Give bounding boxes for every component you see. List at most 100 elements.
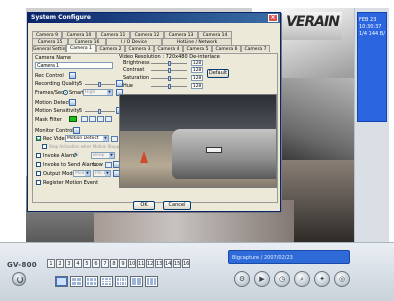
camera-number-button[interactable]: 1 bbox=[47, 259, 55, 268]
camera-number-button[interactable]: 10 bbox=[128, 259, 136, 268]
function-buttons: ⚙ ▶ ◷ ⌕ ✦ ◎ bbox=[234, 271, 350, 287]
camera-number-button[interactable]: 8 bbox=[110, 259, 118, 268]
camera-number-button[interactable]: 7 bbox=[101, 259, 109, 268]
camera-number-button[interactable]: 13 bbox=[155, 259, 163, 268]
recording-quality-slider[interactable] bbox=[85, 82, 115, 87]
output-module-select[interactable]: Mod 1 ▼ bbox=[73, 170, 91, 177]
mask-tool-button[interactable] bbox=[89, 116, 96, 122]
camera-view-2[interactable] bbox=[282, 78, 354, 160]
tab-camera-4[interactable]: Camera 4 bbox=[154, 45, 183, 52]
rec-video-select[interactable]: Motion Detect ▼ bbox=[65, 135, 109, 142]
tab-camera-7[interactable]: Camera 7 bbox=[241, 45, 270, 52]
tab-row-3: General Setting Camera 1 Camera 2 Camera… bbox=[32, 44, 270, 52]
tab-camera-9[interactable]: Camera 9 bbox=[32, 31, 62, 38]
camera-number-button[interactable]: 15 bbox=[173, 259, 181, 268]
camera-number-button[interactable]: 5 bbox=[83, 259, 91, 268]
invoke-send-option-button[interactable] bbox=[105, 162, 112, 168]
tab-camera-5[interactable]: Camera 5 bbox=[183, 45, 212, 52]
play-icon: ▶ bbox=[259, 275, 265, 283]
tab-camera-6[interactable]: Camera 6 bbox=[212, 45, 241, 52]
mask-tool-button[interactable] bbox=[81, 116, 88, 122]
layout-custom-button[interactable] bbox=[130, 276, 143, 287]
tab-row-1: Camera 9 Camera 10 Camera 11 Camera 12 C… bbox=[32, 31, 232, 38]
camera-number-button[interactable]: 9 bbox=[119, 259, 127, 268]
tab-general-setting[interactable]: General Setting bbox=[32, 45, 66, 52]
camera-number-button[interactable]: 16 bbox=[182, 259, 190, 268]
layout-6-button[interactable] bbox=[85, 276, 98, 287]
network-button[interactable]: ◎ bbox=[334, 271, 350, 287]
default-button[interactable]: Default bbox=[207, 69, 229, 78]
output-module-checkbox[interactable] bbox=[36, 171, 41, 176]
mask-tool-button[interactable] bbox=[97, 116, 104, 122]
camera-number-button[interactable]: 11 bbox=[137, 259, 145, 268]
side-panel: FEB 23 10:30:37 1/4 144 B/S bbox=[354, 8, 389, 242]
layout-16-button[interactable] bbox=[115, 276, 128, 287]
tab-camera-10[interactable]: Camera 10 bbox=[62, 31, 96, 38]
camera-number-button[interactable]: 3 bbox=[65, 259, 73, 268]
tab-camera-14[interactable]: Camera 14 bbox=[198, 31, 232, 38]
tab-io-device[interactable]: I / O Device bbox=[106, 38, 162, 45]
mask-tool-button[interactable] bbox=[105, 116, 112, 122]
clock-line: 10:30:37 bbox=[359, 24, 382, 30]
mask-filter-label: Mask Filter bbox=[35, 117, 62, 123]
invoke-send-label: Invoke to Send Alarm bbox=[43, 162, 97, 168]
search-button[interactable]: ⌕ bbox=[294, 271, 310, 287]
invoke-send-checkbox[interactable] bbox=[36, 162, 41, 167]
contrast-slider[interactable] bbox=[151, 68, 187, 73]
monitor-control-button[interactable] bbox=[73, 127, 80, 134]
camera-name-input[interactable] bbox=[35, 62, 113, 69]
close-button[interactable]: × bbox=[268, 14, 278, 22]
contrast-value: 128 bbox=[191, 67, 203, 73]
recording-quality-button[interactable] bbox=[116, 80, 123, 87]
layout-1-button[interactable] bbox=[55, 276, 68, 287]
tab-hotline-network[interactable]: HotLine / Network bbox=[162, 38, 232, 45]
camera-number-button[interactable]: 12 bbox=[146, 259, 154, 268]
hue-slider[interactable] bbox=[151, 84, 187, 89]
camera-number-button[interactable]: 14 bbox=[164, 259, 172, 268]
power-button[interactable] bbox=[12, 272, 26, 286]
camera-number-button[interactable]: 6 bbox=[92, 259, 100, 268]
smart-radio[interactable] bbox=[63, 90, 68, 95]
ok-button[interactable]: OK bbox=[133, 201, 155, 210]
chevron-down-icon: ▼ bbox=[107, 90, 112, 95]
tab-camera-1[interactable]: Camera 1 bbox=[66, 44, 96, 52]
tab-camera-12[interactable]: Camera 12 bbox=[130, 31, 164, 38]
camera-number-button[interactable]: 4 bbox=[74, 259, 82, 268]
cancel-button[interactable]: Cancel bbox=[163, 201, 191, 210]
chevron-down-icon: ▼ bbox=[109, 153, 114, 158]
rec-control-button[interactable] bbox=[69, 72, 76, 79]
motion-sensitivity-slider[interactable] bbox=[85, 109, 115, 114]
layout-selector bbox=[55, 276, 158, 287]
tools-button[interactable]: ✦ bbox=[314, 271, 330, 287]
brightness-slider[interactable] bbox=[151, 61, 187, 66]
brightness-label: Brightness bbox=[123, 60, 150, 66]
system-configure-dialog: System Configure × Camera 9 Camera 10 Ca… bbox=[27, 12, 281, 212]
tab-camera-13[interactable]: Camera 13 bbox=[164, 31, 198, 38]
layout-9-button[interactable] bbox=[100, 276, 113, 287]
chevron-down-icon: ▼ bbox=[85, 171, 90, 176]
tab-camera-11[interactable]: Camera 11 bbox=[96, 31, 130, 38]
layout-sequence-button[interactable] bbox=[145, 276, 158, 287]
camera-number-button[interactable]: 2 bbox=[56, 259, 64, 268]
tab-camera-2[interactable]: Camera 2 bbox=[96, 45, 125, 52]
frames-select[interactable]: High ▼ bbox=[83, 89, 113, 96]
invoke-alarm-select[interactable]: Beep ▼ bbox=[91, 152, 115, 159]
schedule-button[interactable]: ◷ bbox=[274, 271, 290, 287]
clock-icon: ◷ bbox=[278, 275, 286, 283]
mask-color-swatch[interactable] bbox=[69, 116, 77, 122]
rec-video-option-button[interactable] bbox=[111, 136, 118, 142]
motion-detect-button[interactable] bbox=[69, 99, 76, 106]
tab-camera-3[interactable]: Camera 3 bbox=[125, 45, 154, 52]
output-pin-select[interactable]: Pin 1 ▼ bbox=[93, 170, 111, 177]
layout-4-button[interactable] bbox=[70, 276, 83, 287]
playback-button[interactable]: ▶ bbox=[254, 271, 270, 287]
register-motion-checkbox[interactable] bbox=[36, 180, 41, 185]
configure-button[interactable]: ⚙ bbox=[234, 271, 250, 287]
rec-video-checkbox[interactable] bbox=[36, 136, 41, 141]
saturation-slider[interactable] bbox=[151, 76, 187, 81]
camera-name-label: Camera Name bbox=[35, 55, 71, 61]
brand-label: GV-800 bbox=[7, 261, 37, 269]
stop-activation-checkbox[interactable] bbox=[42, 144, 47, 149]
invoke-alarm-checkbox[interactable] bbox=[36, 153, 41, 158]
tab-camera-15[interactable]: Camera 15 bbox=[32, 38, 68, 45]
